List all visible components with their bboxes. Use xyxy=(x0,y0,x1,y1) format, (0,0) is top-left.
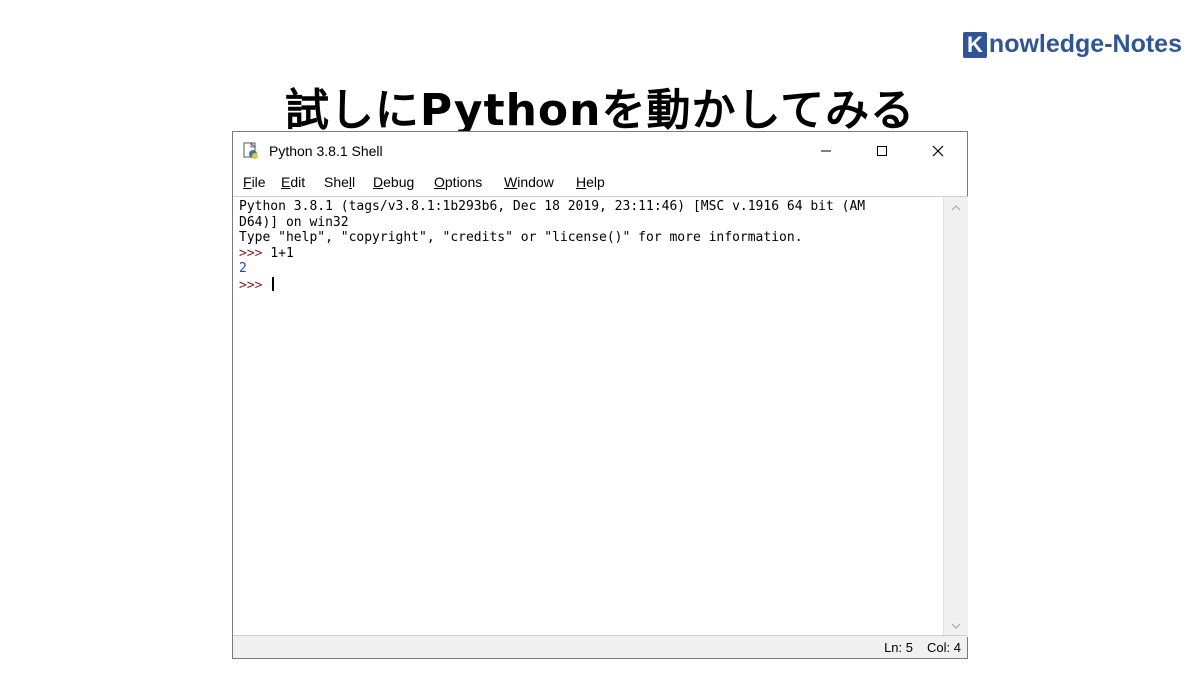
status-bar: Ln: 5 Col: 4 xyxy=(233,635,967,658)
window-title: Python 3.8.1 Shell xyxy=(269,143,383,159)
python-idle-icon xyxy=(243,142,258,159)
scroll-down-button[interactable] xyxy=(944,617,968,635)
menu-window[interactable]: Window xyxy=(504,174,554,190)
maximize-button[interactable] xyxy=(859,132,905,170)
minimize-icon xyxy=(821,150,831,152)
status-column-number: Col: 4 xyxy=(927,640,961,655)
shell-prompt: >>> xyxy=(239,245,271,261)
maximize-icon xyxy=(877,146,887,156)
chevron-down-icon xyxy=(951,623,961,629)
menu-help[interactable]: Help xyxy=(576,174,605,190)
minimize-button[interactable] xyxy=(803,132,849,170)
console-output: Python 3.8.1 (tags/v3.8.1:1b293b6, Dec 1… xyxy=(239,199,865,293)
menu-shell[interactable]: Shell xyxy=(324,174,355,190)
brand-logo-text: nowledge-Notes xyxy=(988,30,1182,58)
vertical-scrollbar[interactable] xyxy=(943,196,968,637)
input-line: 1+1 xyxy=(270,245,294,261)
scroll-up-button[interactable] xyxy=(944,199,968,217)
close-icon xyxy=(932,145,944,157)
idle-shell-window: Python 3.8.1 Shell File Edit Shell Debug… xyxy=(232,131,968,659)
text-cursor xyxy=(272,276,275,291)
status-line-number: Ln: 5 xyxy=(884,640,913,655)
menu-options[interactable]: Options xyxy=(434,174,482,190)
slide-title: 試しにPythonを動かしてみる xyxy=(284,85,916,136)
output-line: 2 xyxy=(239,261,247,276)
chevron-up-icon xyxy=(951,205,961,211)
close-button[interactable] xyxy=(915,132,961,170)
menu-bar: File Edit Shell Debug Options Window Hel… xyxy=(233,172,967,194)
menu-edit[interactable]: Edit xyxy=(281,174,305,190)
banner-line-1: Python 3.8.1 (tags/v3.8.1:1b293b6, Dec 1… xyxy=(239,199,866,214)
menu-file[interactable]: File xyxy=(243,174,266,190)
shell-text-area[interactable]: Python 3.8.1 (tags/v3.8.1:1b293b6, Dec 1… xyxy=(233,196,943,637)
banner-line-3: Type "help", "copyright", "credits" or "… xyxy=(239,230,803,245)
brand-logo-initial: K xyxy=(962,31,987,58)
window-titlebar[interactable]: Python 3.8.1 Shell xyxy=(233,132,967,170)
shell-prompt-current: >>> xyxy=(239,277,271,293)
menu-debug[interactable]: Debug xyxy=(373,174,414,190)
brand-logo: Knowledge-Notes xyxy=(962,30,1182,59)
banner-line-2: D64)] on win32 xyxy=(239,214,349,230)
